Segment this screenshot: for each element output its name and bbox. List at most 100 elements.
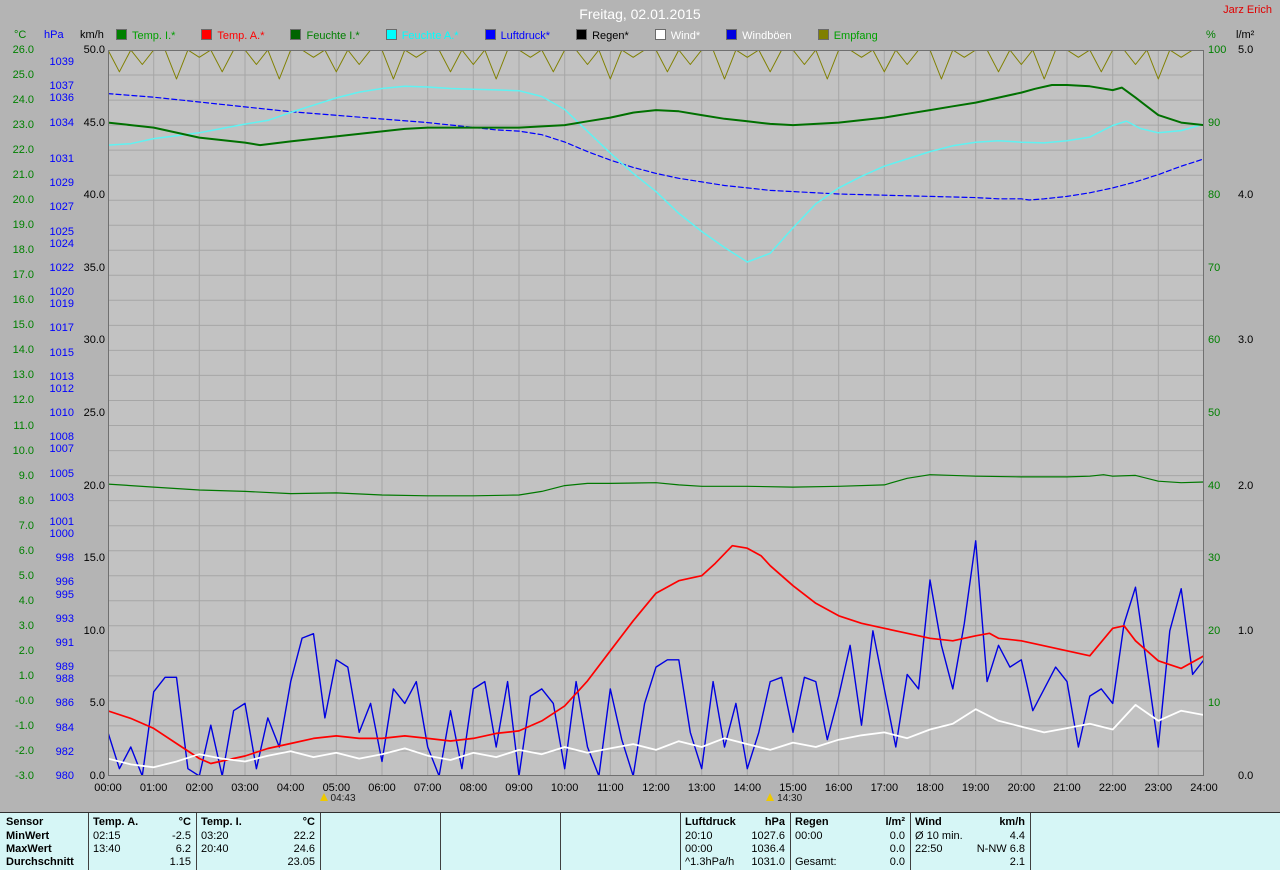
axis-tick-hpa: 1013 (40, 371, 74, 383)
axis-tick-lm2: 1.0 (1238, 625, 1268, 637)
axis-tick-time: 17:00 (864, 782, 904, 794)
stats-cell-value: 1027.6 (685, 830, 785, 843)
axis-tick-lm2: 5.0 (1238, 44, 1268, 56)
stats-cell-value: 4.4 (915, 830, 1025, 843)
axis-tick-degc: 24.0 (2, 94, 34, 106)
axis-tick-hpa: 1025 (40, 226, 74, 238)
axis-tick-kmh: 15.0 (75, 552, 105, 564)
legend-item: Temp. I.* (116, 29, 175, 42)
axis-tick-degc: 16.0 (2, 294, 34, 306)
axis-tick-hpa: 1012 (40, 383, 74, 395)
axis-tick-lm2: 2.0 (1238, 480, 1268, 492)
legend-swatch-icon (116, 29, 127, 40)
stats-divider (440, 813, 441, 870)
stats-cell-value: 1031.0 (685, 856, 785, 869)
axis-tick-kmh: 25.0 (75, 407, 105, 419)
legend-swatch-icon (290, 29, 301, 40)
axis-tick-degc: -0.0 (2, 695, 34, 707)
unit-degc-label: °C (14, 29, 26, 41)
unit-percent-label: % (1206, 29, 1216, 41)
legend-label: Windböen (742, 30, 792, 42)
axis-tick-degc: 7.0 (2, 520, 34, 532)
stats-divider (680, 813, 681, 870)
legend-item: Windböen (726, 29, 792, 42)
legend-item: Temp. A.* (201, 29, 264, 42)
sun-marker: 14:30 (766, 793, 802, 804)
axis-tick-degc: 18.0 (2, 244, 34, 256)
axis-tick-degc: 20.0 (2, 194, 34, 206)
stats-group-unit: hPa (685, 816, 785, 829)
stats-cell-value: -2.5 (93, 830, 191, 843)
axis-tick-hpa: 1031 (40, 153, 74, 165)
axis-tick-percent: 70 (1208, 262, 1232, 274)
stats-group-unit: l/m² (795, 816, 905, 829)
axis-tick-degc: 26.0 (2, 44, 34, 56)
legend-swatch-icon (576, 29, 587, 40)
axis-tick-degc: 14.0 (2, 344, 34, 356)
axis-tick-percent: 90 (1208, 117, 1232, 129)
stats-cell-value: 6.2 (93, 843, 191, 856)
legend-label: Temp. I.* (132, 30, 175, 42)
stats-divider (910, 813, 911, 870)
axis-tick-degc: 8.0 (2, 495, 34, 507)
axis-tick-degc: -2.0 (2, 745, 34, 757)
legend-label: Feuchte I.* (306, 30, 359, 42)
axis-tick-degc: 4.0 (2, 595, 34, 607)
stats-row-label: Sensor (6, 816, 86, 829)
axis-tick-time: 16:00 (819, 782, 859, 794)
axis-tick-percent: 60 (1208, 334, 1232, 346)
axis-tick-percent: 30 (1208, 552, 1232, 564)
axis-tick-hpa: 1020 (40, 286, 74, 298)
axis-tick-degc: 3.0 (2, 620, 34, 632)
weather-station-window: Freitag, 02.01.2015 Jarz Erich °C hPa km… (0, 0, 1280, 881)
marker-time: 04:43 (331, 793, 356, 804)
axis-tick-time: 18:00 (910, 782, 950, 794)
legend-label: Feuchte A.* (402, 30, 459, 42)
axis-tick-hpa: 1010 (40, 407, 74, 419)
axis-tick-hpa: 1034 (40, 117, 74, 129)
axis-tick-hpa: 1015 (40, 347, 74, 359)
axis-tick-hpa: 1039 (40, 56, 74, 68)
stats-divider (790, 813, 791, 870)
stats-row-label: MinWert (6, 830, 86, 843)
axis-tick-kmh: 20.0 (75, 480, 105, 492)
axis-tick-percent: 50 (1208, 407, 1232, 419)
legend-item: Feuchte I.* (290, 29, 359, 42)
stats-cell-value: 23.05 (201, 856, 315, 869)
legend-swatch-icon (386, 29, 397, 40)
legend-item: Regen* (576, 29, 629, 42)
stats-row-label: MaxWert (6, 843, 86, 856)
stats-group-unit: °C (201, 816, 315, 829)
axis-tick-degc: 23.0 (2, 119, 34, 131)
axis-tick-time: 10:00 (545, 782, 585, 794)
stats-cell-value: 0.0 (795, 843, 905, 856)
unit-lm2-label: l/m² (1236, 29, 1254, 41)
unit-hpa-label: hPa (44, 29, 64, 41)
axis-tick-degc: 13.0 (2, 369, 34, 381)
axis-tick-kmh: 40.0 (75, 189, 105, 201)
stats-group-unit: km/h (915, 816, 1025, 829)
axis-tick-degc: 21.0 (2, 169, 34, 181)
axis-tick-degc: 17.0 (2, 269, 34, 281)
axis-tick-degc: 5.0 (2, 570, 34, 582)
stats-divider (560, 813, 561, 870)
axis-tick-time: 11:00 (590, 782, 630, 794)
stats-row-label: Durchschnitt (6, 856, 86, 869)
axis-tick-time: 00:00 (88, 782, 128, 794)
chart-canvas (108, 50, 1204, 776)
axis-tick-percent: 40 (1208, 480, 1232, 492)
axis-tick-hpa: 984 (40, 722, 74, 734)
axis-tick-degc: 15.0 (2, 319, 34, 331)
axis-tick-hpa: 1001 (40, 516, 74, 528)
legend-label: Regen* (592, 30, 629, 42)
axis-tick-degc: 12.0 (2, 394, 34, 406)
axis-tick-hpa: 995 (40, 589, 74, 601)
axis-tick-hpa: 989 (40, 661, 74, 673)
axis-tick-degc: 25.0 (2, 69, 34, 81)
axis-tick-hpa: 1029 (40, 177, 74, 189)
user-name: Jarz Erich (1223, 4, 1272, 16)
axis-tick-hpa: 982 (40, 746, 74, 758)
axis-tick-time: 09:00 (499, 782, 539, 794)
bottom-strip (0, 870, 1280, 881)
axis-tick-time: 23:00 (1138, 782, 1178, 794)
